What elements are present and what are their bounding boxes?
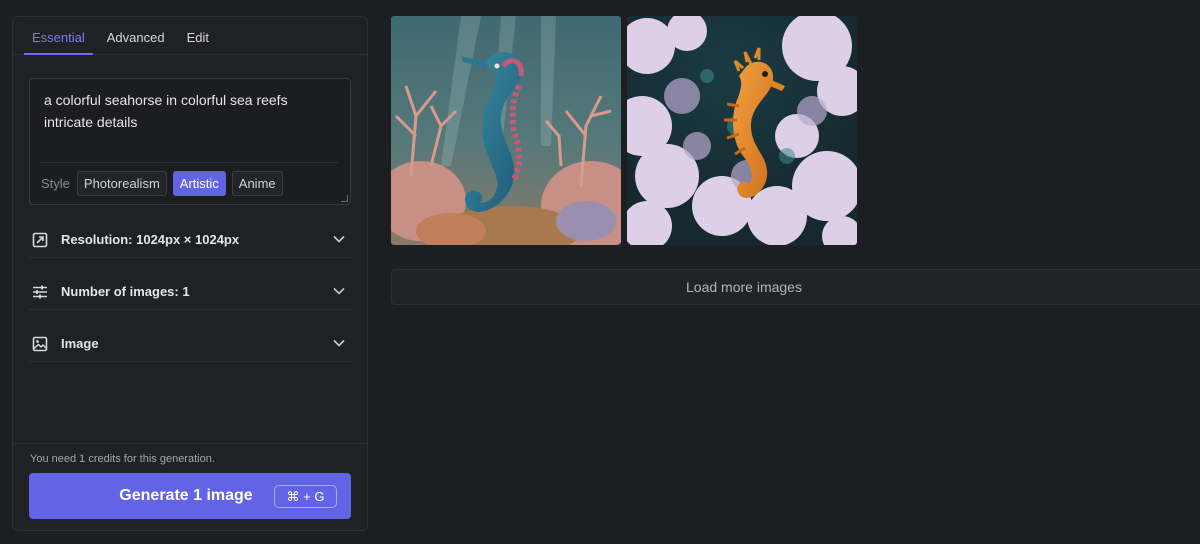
divider xyxy=(40,162,338,163)
load-more-button[interactable]: Load more images xyxy=(391,269,1200,305)
seahorse-image xyxy=(627,16,857,245)
keyboard-shortcut-badge: ⌘ + G xyxy=(274,485,337,508)
image-option[interactable]: Image xyxy=(29,326,351,362)
resolution-label: Resolution: 1024px × 1024px xyxy=(61,232,240,247)
prompt-text[interactable]: a colorful seahorse in colorful sea reef… xyxy=(44,89,334,133)
tab-advanced[interactable]: Advanced xyxy=(96,17,176,54)
app-root: Essential Advanced Edit a colorful seaho… xyxy=(0,0,1200,544)
resize-handle[interactable] xyxy=(341,195,348,202)
num-images-option[interactable]: Number of images: 1 xyxy=(29,274,351,310)
settings-panel: Essential Advanced Edit a colorful seaho… xyxy=(12,16,368,531)
style-chip-photorealism[interactable]: Photorealism xyxy=(76,171,167,196)
resize-icon xyxy=(32,232,48,247)
tab-bar: Essential Advanced Edit xyxy=(13,17,367,55)
generate-label: Generate 1 image xyxy=(119,487,253,504)
seahorse-image xyxy=(391,16,621,245)
num-images-label: Number of images: 1 xyxy=(61,284,190,299)
chevron-down-icon xyxy=(333,287,345,295)
sliders-icon xyxy=(33,285,47,298)
tab-essential[interactable]: Essential xyxy=(21,17,96,55)
resolution-option[interactable]: Resolution: 1024px × 1024px xyxy=(29,222,351,258)
panel-footer: You need 1 credits for this generation. … xyxy=(13,443,367,530)
style-chip-anime[interactable]: Anime xyxy=(231,171,283,196)
chevron-down-icon xyxy=(333,339,345,347)
chevron-down-icon xyxy=(333,235,345,243)
style-selector: Style Photorealism Artistic Anime xyxy=(41,171,283,196)
generate-button[interactable]: Generate 1 image ⌘ + G xyxy=(29,473,351,519)
tab-edit[interactable]: Edit xyxy=(176,17,220,54)
generated-image-1[interactable] xyxy=(391,16,621,245)
prompt-input[interactable]: a colorful seahorse in colorful sea reef… xyxy=(29,78,351,205)
style-label: Style xyxy=(41,176,70,191)
image-label: Image xyxy=(61,336,99,351)
generated-image-2[interactable] xyxy=(627,16,857,245)
load-more-label: Load more images xyxy=(686,279,802,295)
image-icon xyxy=(32,336,48,351)
credits-note: You need 1 credits for this generation. xyxy=(30,453,215,465)
style-chip-artistic[interactable]: Artistic xyxy=(172,171,226,196)
